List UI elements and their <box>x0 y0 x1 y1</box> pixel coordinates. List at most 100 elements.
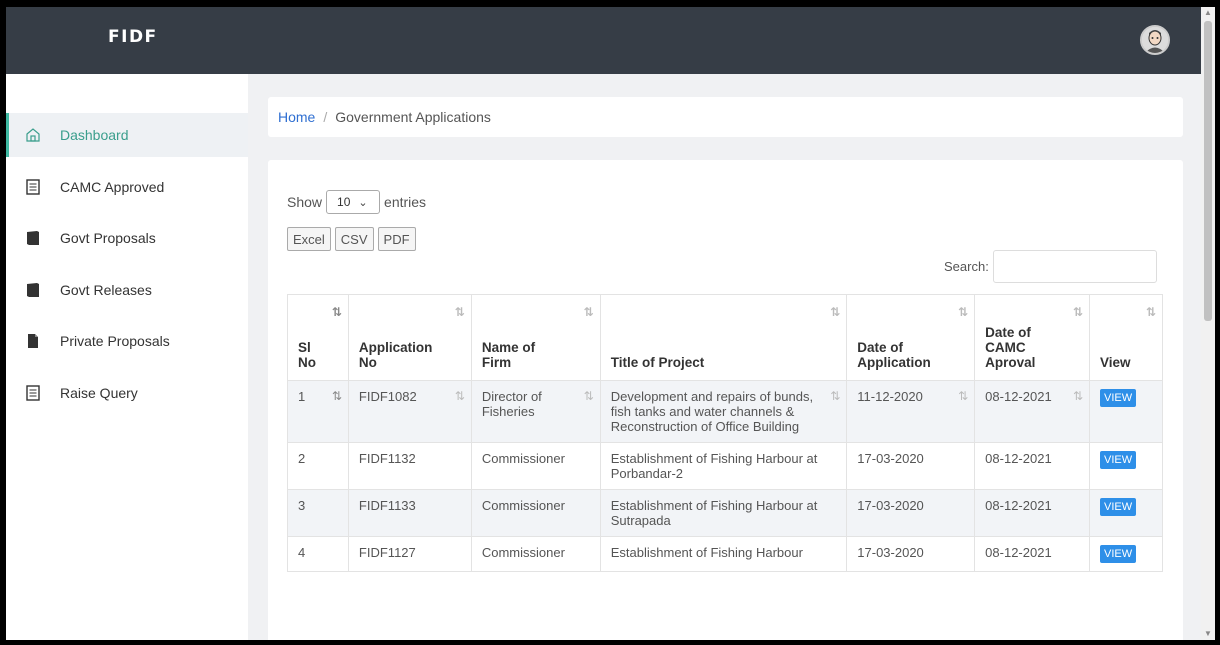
cell-date-app: 11-12-2020 ⇅ <box>846 380 976 443</box>
table-row: 3 FIDF1133 Commissioner Establishment of… <box>287 489 1163 537</box>
sort-icon: ⇅ <box>1072 389 1083 403</box>
applications-card: Show 10 ⌄ entries Excel CSV PDF Search: … <box>268 160 1183 640</box>
show-label: Show <box>287 194 323 210</box>
cell-view: VIEW <box>1089 380 1163 443</box>
sort-icon: ⇅ <box>454 305 465 319</box>
cell-view: VIEW <box>1089 442 1163 490</box>
col-header-application-no[interactable]: ⇅ Application No <box>347 294 472 381</box>
cell-date-app: 17-03-2020 <box>846 442 976 490</box>
cell-sl: 3 <box>287 489 349 537</box>
col-header-date-of-camc-aproval[interactable]: ⇅ Date of CAMC Aproval <box>974 294 1091 381</box>
view-button[interactable]: VIEW <box>1100 498 1137 516</box>
cell-app-no: FIDF1082 ⇅ <box>347 380 472 443</box>
scroll-down-arrow-icon[interactable]: ▼ <box>1201 628 1215 640</box>
scrollbar-thumb[interactable] <box>1204 21 1212 321</box>
cell-date-camc: 08-12-2021 <box>974 489 1091 537</box>
cell-firm: Director of Fisheries ⇅ <box>470 380 601 443</box>
sidebar-item-camc-approved[interactable]: CAMC Approved <box>6 165 248 209</box>
book-icon <box>27 283 39 297</box>
sort-asc-icon: ⇅ <box>331 389 342 403</box>
app-window: FIDF ▲ ▼ Dashboard CAMC Approved Govt Pr… <box>6 7 1215 640</box>
list-icon <box>26 179 40 195</box>
cell-date-app: 17-03-2020 <box>846 536 976 572</box>
sidebar-item-label: Govt Releases <box>60 282 152 298</box>
avatar[interactable] <box>1140 25 1170 55</box>
search-label: Search: <box>944 259 989 274</box>
sidebar-item-raise-query[interactable]: Raise Query <box>6 371 248 415</box>
sidebar-item-label: Govt Proposals <box>60 230 156 246</box>
list-icon <box>26 385 40 401</box>
table-row: 4 FIDF1127 Commissioner Establishment of… <box>287 536 1163 572</box>
sidebar-item-govt-proposals[interactable]: Govt Proposals <box>6 216 248 260</box>
breadcrumb-separator: / <box>323 109 328 125</box>
pdf-button[interactable]: PDF <box>377 227 416 251</box>
col-header-name-of-firm[interactable]: ⇅ Name of Firm <box>470 294 601 381</box>
user-avatar-icon <box>1142 27 1168 53</box>
sidebar-item-private-proposals[interactable]: Private Proposals <box>6 319 248 363</box>
sort-asc-icon: ⇅ <box>331 305 342 319</box>
sidebar-item-label: Dashboard <box>60 127 129 143</box>
file-icon <box>28 334 38 348</box>
sidebar-item-dashboard[interactable]: Dashboard <box>6 113 248 157</box>
sort-icon: ⇅ <box>958 389 968 403</box>
sort-icon: ⇅ <box>830 305 840 319</box>
cell-firm: Commissioner <box>470 536 601 572</box>
page-scrollbar[interactable]: ▲ ▼ <box>1201 7 1215 640</box>
entries-label: entries <box>384 194 427 210</box>
search-control: Search: <box>944 250 1157 283</box>
sidebar: Dashboard CAMC Approved Govt Proposals G… <box>6 74 248 640</box>
col-header-sl-no[interactable]: ⇅ Sl No <box>287 294 349 381</box>
sort-icon: ⇅ <box>454 389 465 403</box>
top-navbar: FIDF <box>6 7 1201 74</box>
cell-firm: Commissioner <box>470 489 601 537</box>
table-row: 2 FIDF1132 Commissioner Establishment of… <box>287 442 1163 490</box>
sort-icon: ⇅ <box>958 305 968 319</box>
scroll-up-arrow-icon[interactable]: ▲ <box>1201 7 1215 19</box>
search-input[interactable] <box>992 250 1157 283</box>
sidebar-item-label: Private Proposals <box>60 333 170 349</box>
brand-logo[interactable]: FIDF <box>108 27 158 47</box>
book-icon <box>27 231 39 245</box>
sidebar-item-label: Raise Query <box>60 385 138 401</box>
cell-app-no: FIDF1132 <box>347 442 472 490</box>
cell-title: Development and repairs of bunds, fish t… <box>599 380 848 443</box>
cell-date-camc: 08-12-2021 <box>974 536 1091 572</box>
col-header-date-of-application[interactable]: ⇅ Date of Application <box>846 294 976 381</box>
sidebar-item-label: CAMC Approved <box>60 179 165 195</box>
cell-firm: Commissioner <box>470 442 601 490</box>
sort-icon: ⇅ <box>583 305 594 319</box>
export-buttons: Excel CSV PDF <box>287 227 420 251</box>
sort-icon: ⇅ <box>1145 305 1156 319</box>
cell-sl: 1 ⇅ <box>287 380 349 443</box>
cell-view: VIEW <box>1089 489 1163 537</box>
cell-title: Establishment of Fishing Harbour at Porb… <box>599 442 848 490</box>
applications-table: ⇅ Sl No ⇅ Application No ⇅ Name of Firm ⇅ Title… <box>287 294 1163 572</box>
sort-icon: ⇅ <box>830 389 840 403</box>
cell-app-no: FIDF1127 <box>347 536 472 572</box>
csv-button[interactable]: CSV <box>334 227 374 251</box>
sidebar-item-govt-releases[interactable]: Govt Releases <box>6 268 248 312</box>
col-header-view[interactable]: ⇅ View <box>1089 294 1163 381</box>
cell-sl: 4 <box>287 536 349 572</box>
entries-select[interactable]: 10 ⌄ <box>326 190 381 214</box>
cell-sl: 2 <box>287 442 349 490</box>
cell-date-camc: 08-12-2021 ⇅ <box>974 380 1091 443</box>
breadcrumb: Home / Government Applications <box>268 97 1183 137</box>
breadcrumb-home-link[interactable]: Home <box>278 109 315 125</box>
col-header-title-of-project[interactable]: ⇅ Title of Project <box>599 294 848 381</box>
cell-title: Establishment of Fishing Harbour <box>599 536 848 572</box>
cell-date-camc: 08-12-2021 <box>974 442 1091 490</box>
view-button[interactable]: VIEW <box>1100 389 1137 407</box>
sort-icon: ⇅ <box>1072 305 1083 319</box>
home-icon <box>26 128 40 142</box>
cell-date-app: 17-03-2020 <box>846 489 976 537</box>
sort-icon: ⇅ <box>583 389 594 403</box>
chevron-down-icon: ⌄ <box>358 196 368 209</box>
entries-value: 10 <box>337 195 351 209</box>
view-button[interactable]: VIEW <box>1100 545 1137 563</box>
cell-app-no: FIDF1133 <box>347 489 472 537</box>
excel-button[interactable]: Excel <box>287 227 331 251</box>
cell-title: Establishment of Fishing Harbour at Sutr… <box>599 489 848 537</box>
entries-control: Show 10 ⌄ entries <box>287 190 426 214</box>
view-button[interactable]: VIEW <box>1100 451 1137 469</box>
